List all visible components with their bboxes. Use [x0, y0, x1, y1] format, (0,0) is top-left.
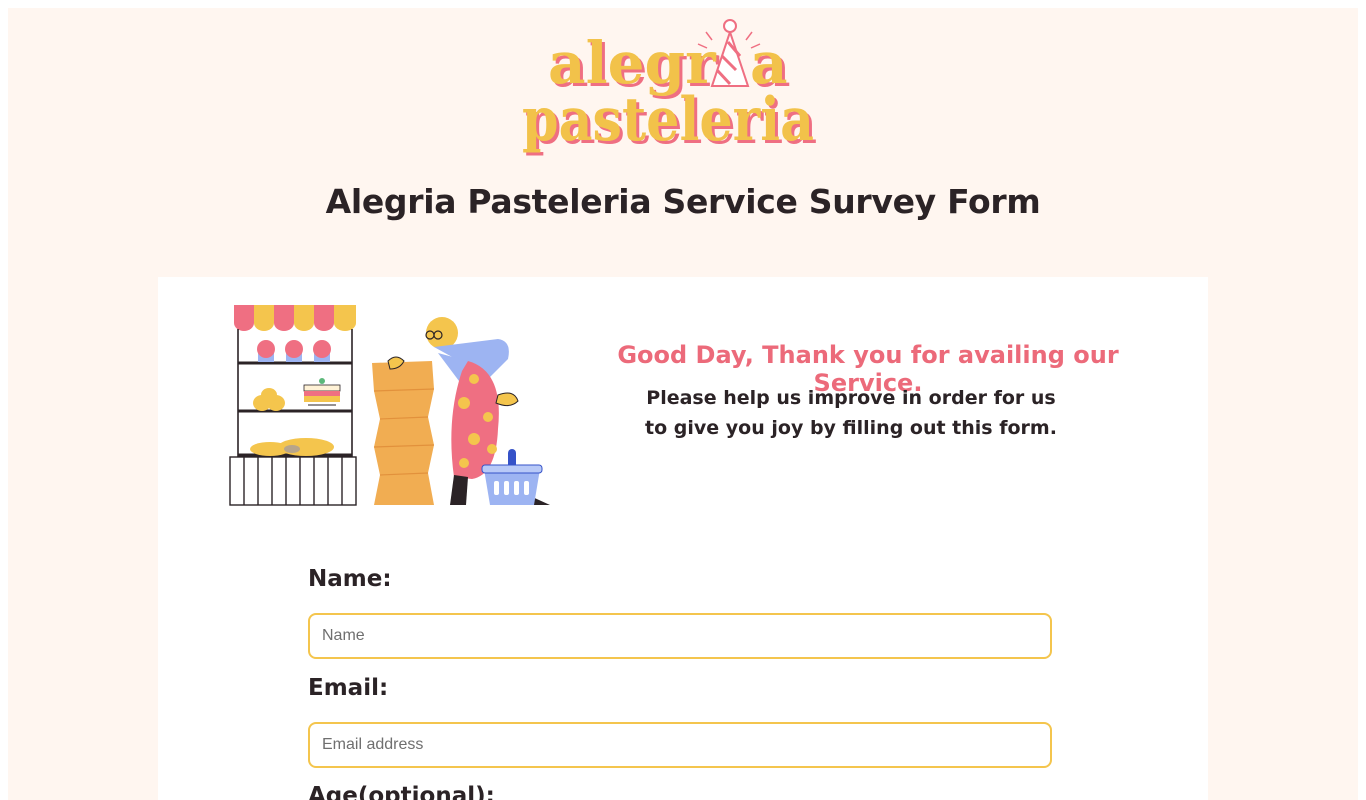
page-title: Alegria Pasteleria Service Survey Form	[325, 182, 1041, 221]
alegria-pasteleria-logo: alegr alegria alegr a a pasteleria paste…	[508, 10, 828, 160]
survey-card: Good Day, Thank you for availing our Ser…	[158, 277, 1208, 800]
survey-page: alegr alegria alegr a a pasteleria paste…	[8, 8, 1358, 800]
age-label: Age(optional):	[308, 783, 495, 800]
buns-icon	[253, 388, 285, 411]
intro-line-1: Please help us improve in order for us	[646, 387, 1056, 409]
cake-icon	[303, 378, 341, 406]
intro-line-2: to give you joy by filling out this form…	[645, 417, 1057, 439]
name-input[interactable]	[308, 613, 1052, 659]
menu-board-icon	[372, 361, 435, 505]
bakery-illustration	[228, 299, 558, 511]
email-input[interactable]	[308, 722, 1052, 768]
name-label: Name:	[308, 566, 392, 592]
cupcakes-icon	[257, 340, 331, 362]
awning-icon	[234, 305, 356, 331]
email-label: Email:	[308, 675, 389, 701]
intro-text: Please help us improve in order for us t…	[608, 383, 1094, 443]
logo-text-pasteleria: pasteleria	[522, 85, 814, 155]
bread-icon	[250, 438, 334, 456]
